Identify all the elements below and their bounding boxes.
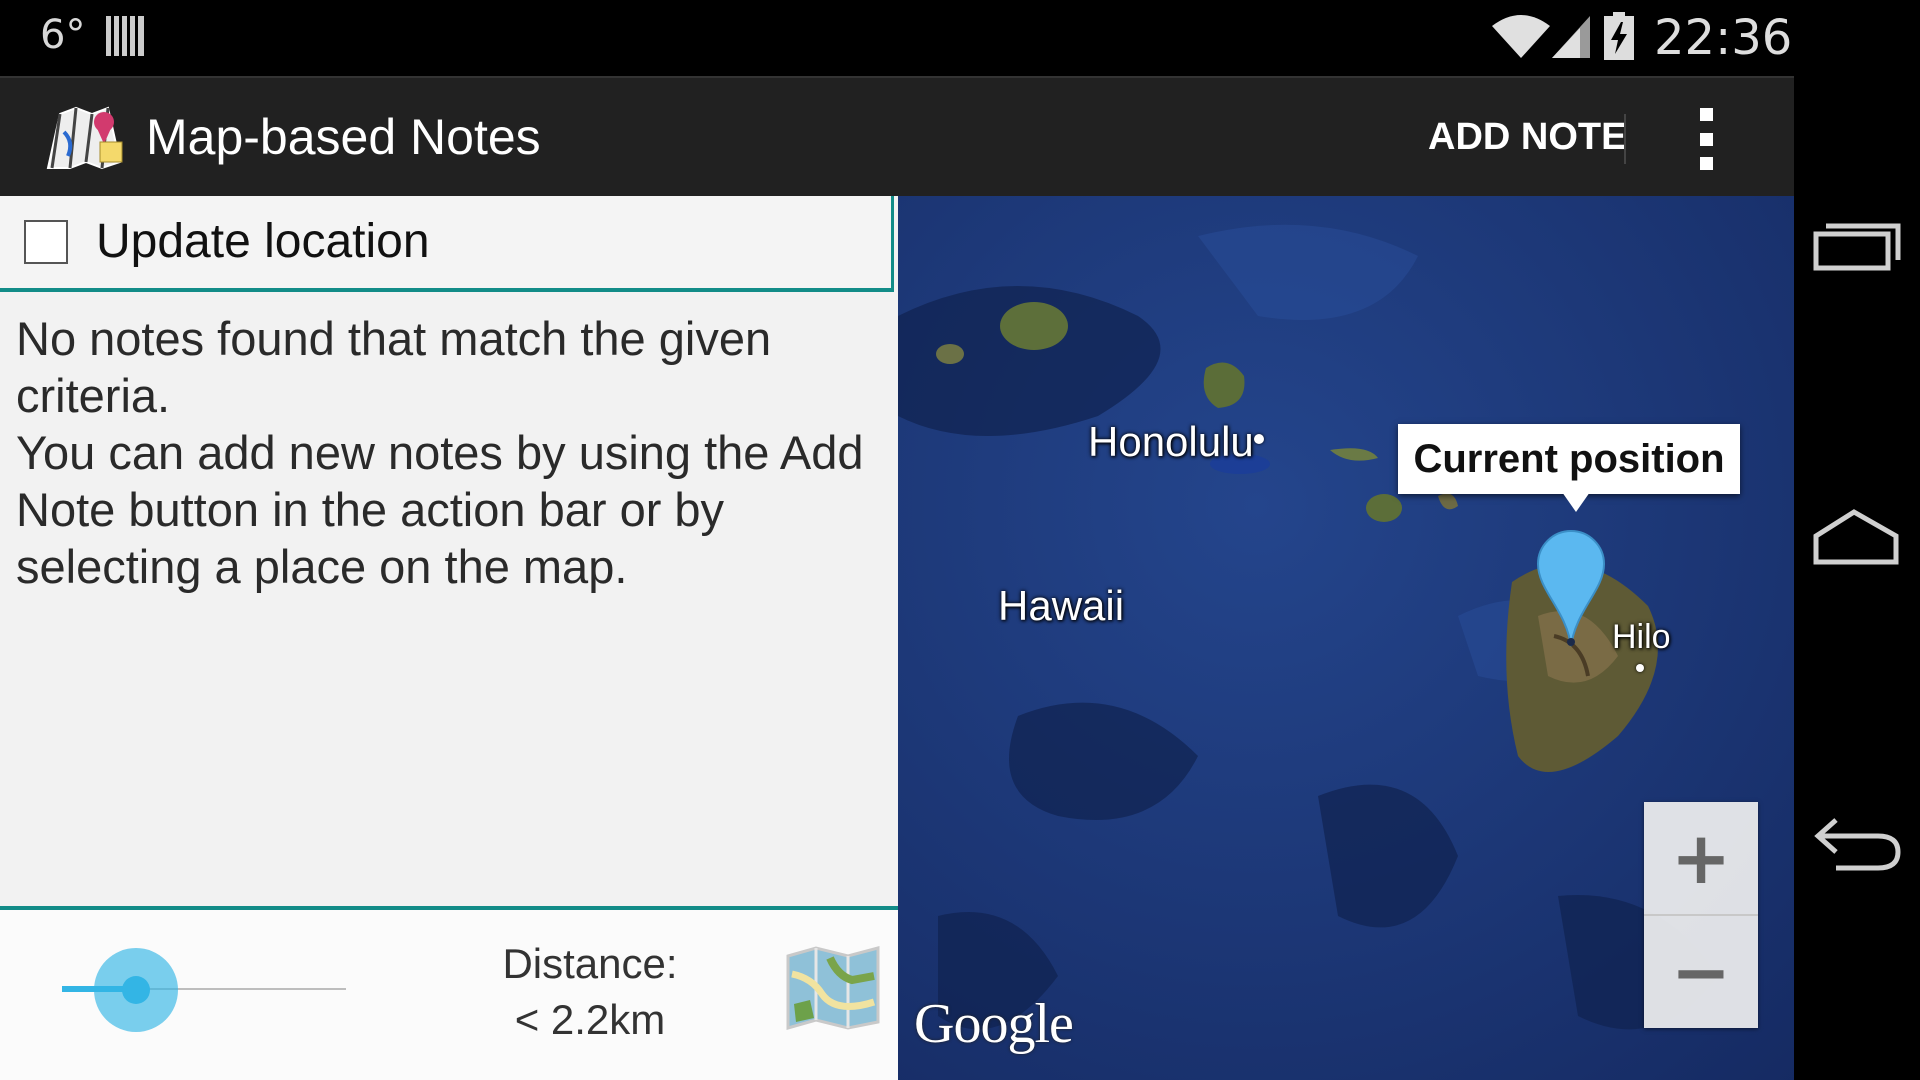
location-marker-icon[interactable] — [1536, 530, 1606, 648]
map-label-hilo: Hilo — [1612, 618, 1671, 656]
message-line: selecting a place on the map. — [16, 540, 628, 593]
app-map-icon[interactable] — [44, 102, 128, 174]
recent-apps-icon[interactable] — [1812, 210, 1902, 280]
battery-charging-icon — [1604, 12, 1634, 60]
temperature-indicator: 6° — [40, 12, 86, 58]
current-position-infowindow[interactable]: Current position — [1398, 424, 1740, 512]
folded-map-icon[interactable] — [786, 944, 880, 1030]
distance-value: < 2.2km — [514, 996, 666, 1043]
google-attribution: Google — [914, 993, 1074, 1055]
honolulu-dot — [1254, 434, 1264, 444]
overflow-menu-icon[interactable] — [1684, 104, 1728, 174]
update-location-row[interactable]: Update location — [0, 196, 894, 292]
hilo-dot — [1636, 664, 1644, 672]
home-icon[interactable] — [1812, 500, 1902, 570]
notes-panel: Update location No notes found that matc… — [0, 196, 898, 1080]
app-title: Map-based Notes — [146, 109, 541, 165]
zoom-controls: + − — [1644, 802, 1758, 1028]
back-icon[interactable] — [1812, 808, 1902, 878]
map-view[interactable]: Honolulu Hawaii Hilo Current position + … — [898, 196, 1794, 1080]
action-bar-divider — [1624, 114, 1626, 164]
signal-icon — [1552, 16, 1590, 58]
overflow-dot — [1699, 132, 1713, 146]
distance-label: Distance: — [502, 940, 678, 987]
message-line: Note button in the action bar or by — [16, 483, 725, 536]
overflow-dot — [1699, 108, 1713, 121]
minus-icon: − — [1670, 930, 1732, 1014]
add-note-button[interactable]: ADD NOTE — [1410, 92, 1644, 182]
navigation-bar — [1794, 0, 1920, 1080]
overflow-dot — [1699, 157, 1713, 170]
zoom-out-button[interactable]: − — [1644, 916, 1758, 1028]
empty-notes-message: No notes found that match the given crit… — [16, 310, 896, 595]
distance-bar: Distance: < 2.2km — [0, 910, 898, 1080]
message-line: criteria. — [16, 369, 171, 422]
map-label-honolulu: Honolulu — [1088, 418, 1254, 465]
action-bar: Map-based Notes ADD NOTE — [0, 76, 1794, 196]
map-label-hawaii: Hawaii — [998, 582, 1125, 629]
distance-slider-thumb[interactable] — [122, 976, 150, 1004]
status-bar: 6° 22:36 — [0, 0, 1794, 76]
zoom-in-button[interactable]: + — [1644, 802, 1758, 916]
wifi-icon — [1492, 15, 1550, 58]
message-line: You can add new notes by using the Add — [16, 426, 864, 479]
barcode-icon — [106, 16, 144, 56]
message-line: No notes found that match the given — [16, 312, 772, 365]
infowindow-tail — [1562, 492, 1590, 512]
infowindow-text: Current position — [1413, 436, 1725, 481]
update-location-label: Update location — [96, 215, 430, 268]
update-location-checkbox[interactable] — [24, 220, 68, 264]
plus-icon: + — [1670, 816, 1732, 900]
clock: 22:36 — [1654, 10, 1793, 66]
